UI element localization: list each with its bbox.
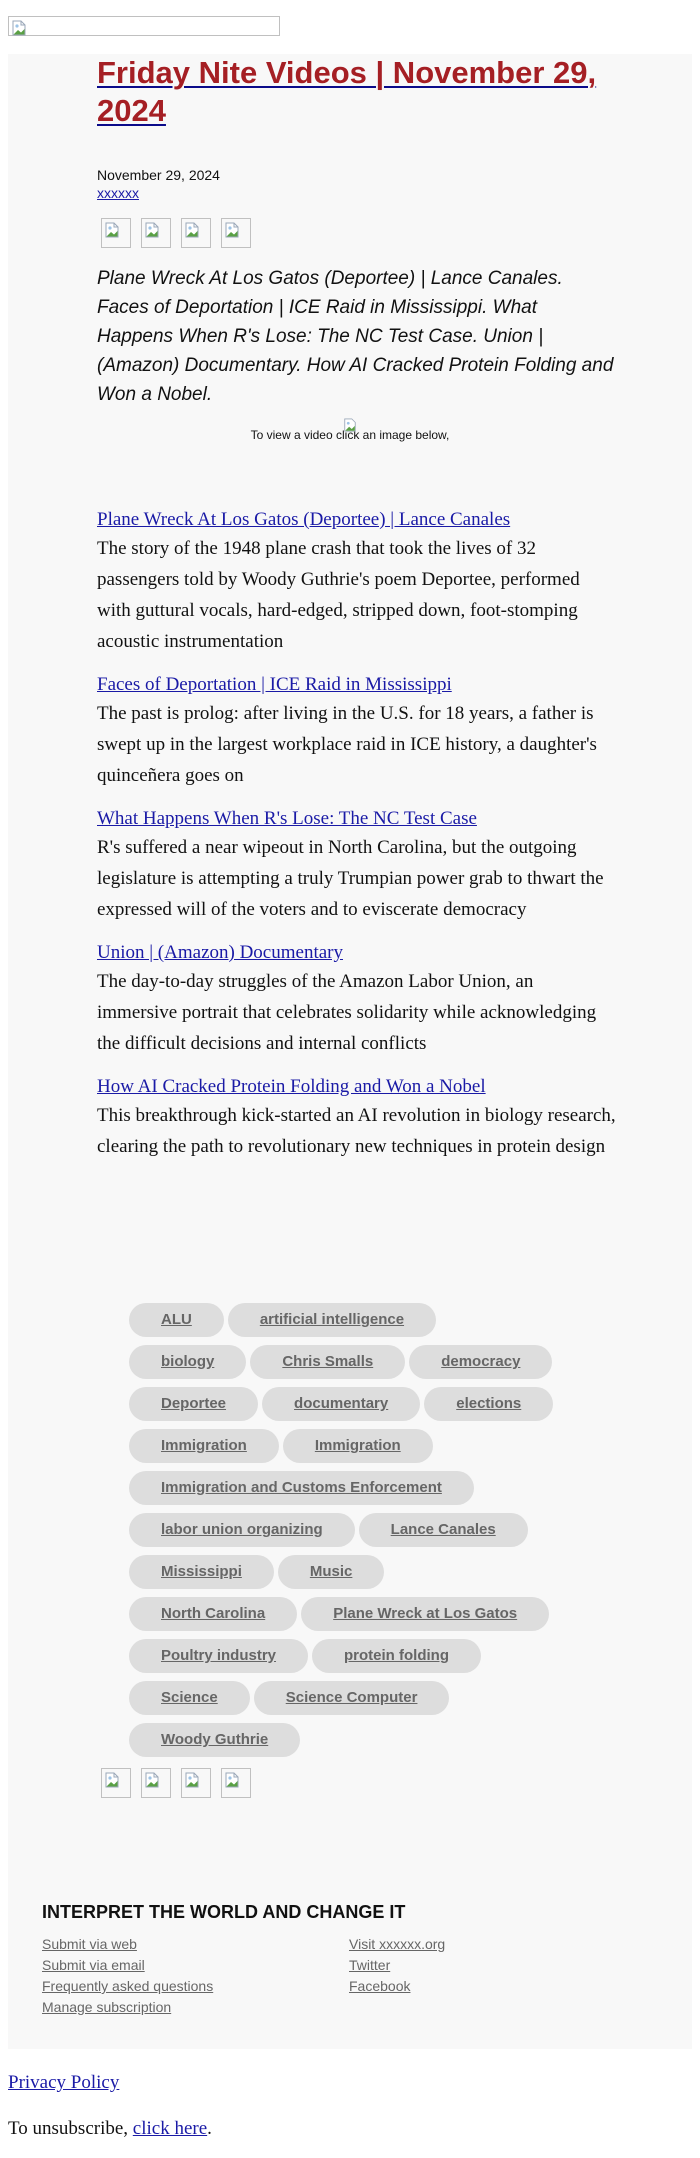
tag-row: Immigration Immigration [129,1429,589,1471]
story-item: Plane Wreck At Los Gatos (Deportee) | La… [97,506,617,657]
facebook-link[interactable]: Facebook [349,1976,445,1997]
tag-link[interactable]: Science [129,1681,250,1715]
tag-row: Woody Guthrie [129,1723,589,1765]
tag-row: labor union organizing Lance Canales [129,1513,589,1555]
story-title-link[interactable]: Plane Wreck At Los Gatos (Deportee) | La… [97,506,617,533]
broken-image-icon [225,1772,239,1788]
share-button[interactable] [181,218,211,248]
story-title-link[interactable]: How AI Cracked Protein Folding and Won a… [97,1073,617,1100]
share-button[interactable] [141,1768,171,1798]
header-banner-image[interactable] [8,16,280,36]
tag-link[interactable]: Music [277,1555,385,1589]
story-description: The day-to-day struggles of the Amazon L… [97,971,597,1054]
tag-link[interactable]: elections [424,1387,554,1421]
unsubscribe-suffix: . [207,2118,212,2139]
tag-link[interactable]: labor union organizing [129,1513,355,1547]
story-list: Plane Wreck At Los Gatos (Deportee) | La… [97,506,617,1176]
tag-link[interactable]: North Carolina [129,1597,298,1631]
article-meta: November 29, 2024 xxxxxx [97,166,617,202]
broken-image-icon [105,1772,119,1788]
story-description: This breakthrough kick-started an AI rev… [97,1105,616,1157]
privacy-policy-link[interactable]: Privacy Policy [8,2072,119,2093]
share-button[interactable] [141,218,171,248]
unsubscribe-prefix: To unsubscribe, [8,2118,133,2139]
broken-image-icon [12,20,26,36]
footer-heading: INTERPRET THE WORLD AND CHANGE IT [42,1902,406,1922]
share-button[interactable] [101,1768,131,1798]
tag-link[interactable]: Chris Smalls [250,1345,406,1379]
faq-link[interactable]: Frequently asked questions [42,1976,213,1997]
article-title: Friday Nite Videos | November 29, 2024 [97,54,617,130]
story-title-link[interactable]: Union | (Amazon) Documentary [97,939,617,966]
share-icons-bottom [101,1768,261,1798]
tag-link[interactable]: Immigration [282,1429,433,1463]
tag-link[interactable]: Plane Wreck at Los Gatos [301,1597,550,1631]
share-button[interactable] [181,1768,211,1798]
tag-link[interactable]: documentary [262,1387,421,1421]
broken-image-icon [185,1772,199,1788]
tag-link[interactable]: Woody Guthrie [129,1723,301,1757]
tag-list: ALU artificial intelligence biology Chris … [129,1303,589,1765]
tag-row: North Carolina Plane Wreck at Los Gatos [129,1597,589,1639]
share-icons-top [101,218,261,248]
tag-row: Science Science Computer [129,1681,589,1723]
story-item: Union | (Amazon) Documentary The day-to-… [97,939,617,1059]
tag-link[interactable]: ALU [129,1303,224,1337]
footer-links-left: Submit via web Submit via email Frequent… [42,1934,213,2018]
tag-row: ALU artificial intelligence [129,1303,589,1345]
visit-site-link[interactable]: Visit xxxxxx.org [349,1934,445,1955]
tag-row: biology Chris Smalls democracy [129,1345,589,1387]
broken-image-icon [105,222,119,238]
manage-subscription-link[interactable]: Manage subscription [42,1997,213,2018]
story-description: The story of the 1948 plane crash that t… [97,538,580,652]
broken-image-icon [343,418,357,432]
story-title-link[interactable]: Faces of Deportation | ICE Raid in Missi… [97,671,617,698]
tag-link[interactable]: Mississippi [129,1555,274,1589]
unsubscribe-link[interactable]: click here [133,2118,207,2139]
share-button[interactable] [221,218,251,248]
tag-link[interactable]: Immigration and Customs Enforcement [129,1471,474,1505]
broken-image-icon [225,222,239,238]
tag-row: Immigration and Customs Enforcement [129,1471,589,1513]
tag-link[interactable]: protein folding [312,1639,481,1673]
story-item: Faces of Deportation | ICE Raid in Missi… [97,671,617,791]
story-item: What Happens When R's Lose: The NC Test … [97,805,617,925]
tag-link[interactable]: Immigration [129,1429,279,1463]
tag-link[interactable]: democracy [409,1345,553,1379]
tag-link[interactable]: artificial intelligence [227,1303,437,1337]
share-button[interactable] [221,1768,251,1798]
story-item: How AI Cracked Protein Folding and Won a… [97,1073,617,1162]
tag-link[interactable]: Science Computer [253,1681,450,1715]
tag-link[interactable]: Poultry industry [129,1639,309,1673]
tag-row: Mississippi Music [129,1555,589,1597]
tag-link[interactable]: Lance Canales [358,1513,528,1547]
privacy-policy: Privacy Policy [8,2072,119,2094]
video-instructions: To view a video click an image below, [8,418,692,442]
author-link[interactable]: xxxxxx [97,185,139,201]
tag-row: Poultry industry protein folding [129,1639,589,1681]
story-description: The past is prolog: after living in the … [97,703,597,786]
tag-link[interactable]: Deportee [129,1387,259,1421]
article-title-link[interactable]: Friday Nite Videos | November 29, 2024 [97,55,596,128]
story-title-link[interactable]: What Happens When R's Lose: The NC Test … [97,805,617,832]
submit-via-email-link[interactable]: Submit via email [42,1955,213,1976]
tag-link[interactable]: biology [129,1345,247,1379]
share-button[interactable] [101,218,131,248]
unsubscribe-line: To unsubscribe, click here. [8,2118,212,2140]
submit-via-web-link[interactable]: Submit via web [42,1934,213,1955]
article-date: November 29, 2024 [97,167,220,183]
broken-image-icon [185,222,199,238]
broken-image-icon [145,1772,159,1788]
footer-links-right: Visit xxxxxx.org Twitter Facebook [349,1934,445,1997]
newsletter-panel: Friday Nite Videos | November 29, 2024 N… [8,54,692,2049]
tag-row: Deportee documentary elections [129,1387,589,1429]
article-summary: Plane Wreck At Los Gatos (Deportee) | La… [97,268,614,405]
story-description: R's suffered a near wipeout in North Car… [97,837,604,920]
twitter-link[interactable]: Twitter [349,1955,445,1976]
broken-image-icon [145,222,159,238]
